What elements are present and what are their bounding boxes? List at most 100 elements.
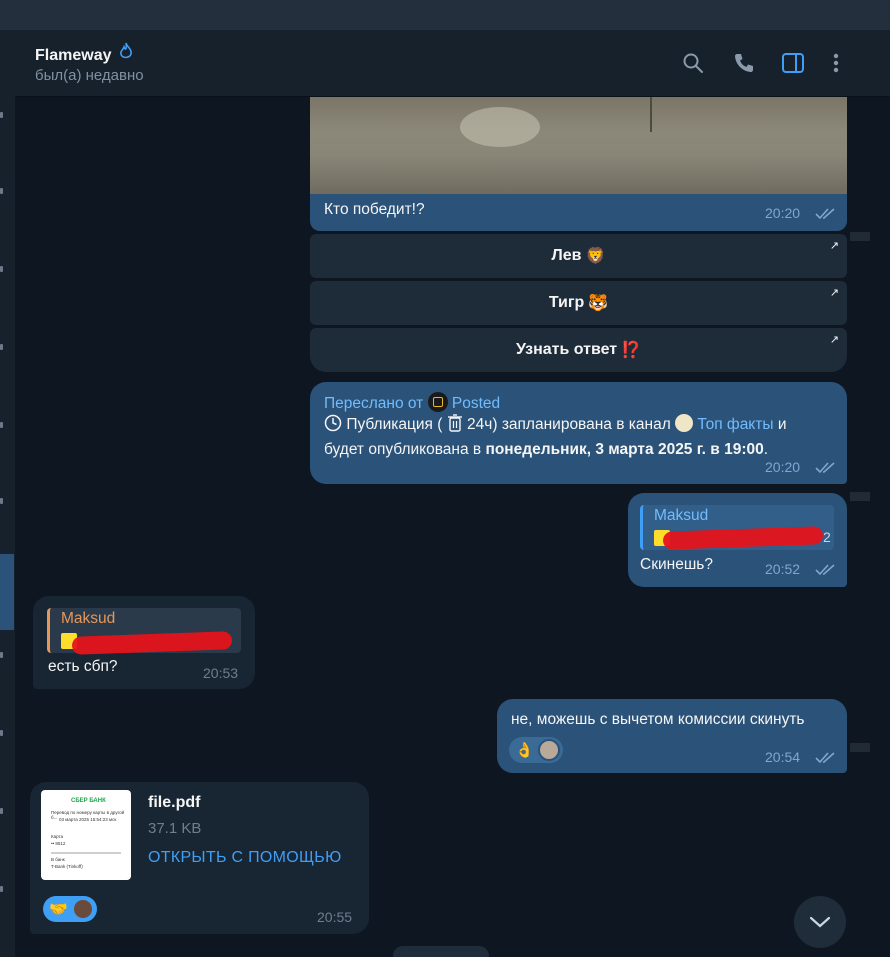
message-time: 20:55: [317, 909, 353, 925]
rail-marker: [0, 498, 3, 504]
inline-button-lion[interactable]: Лев 🦁 ↗: [310, 234, 847, 278]
redaction-scribble: [662, 526, 824, 550]
external-arrow-icon: ↗: [829, 334, 839, 346]
forwarded-text-part: .: [763, 441, 769, 458]
rail-marker: [0, 730, 3, 736]
open-with-button[interactable]: ОТКРЫТЬ С ПОМОЩЬЮ: [148, 849, 342, 867]
reaction-chip[interactable]: 👌: [509, 737, 563, 763]
thumb-line: 03 марта 2025 15:54:23 мск: [59, 817, 117, 822]
reaction-chip[interactable]: 🤝: [43, 896, 97, 922]
quote-author: Maksud: [61, 610, 116, 627]
rail-marker: [0, 344, 3, 350]
clock-icon: [324, 414, 342, 439]
contact-name-text: Flameway: [35, 47, 112, 64]
message-time: 20:54: [765, 749, 801, 765]
external-arrow-icon: ↗: [829, 287, 839, 299]
message-text: не, можешь с вычетом комиссии скинуть: [511, 711, 805, 728]
inline-button-label: Тигр: [548, 294, 585, 311]
reply-message-incoming[interactable]: Maksud есть сбп? 20:53: [33, 596, 255, 689]
avatar: [537, 739, 560, 761]
message-text: Скинешь?: [640, 556, 713, 573]
scroll-marker: [850, 743, 870, 752]
tiger-emoji-icon: 🐯: [588, 295, 609, 312]
forwarded-text-part: и: [777, 416, 787, 433]
external-arrow-icon: ↗: [829, 240, 839, 252]
message-time: 20:20: [765, 459, 801, 475]
avatar: [71, 898, 94, 920]
forwarded-source: Posted: [451, 395, 501, 412]
pdf-thumbnail[interactable]: СБЕР БАНК Перевод по номеру карты в друг…: [41, 790, 131, 880]
thumb-label: Карта: [51, 834, 64, 839]
posted-logo-icon: [427, 392, 448, 412]
thumb-divider: [51, 852, 121, 854]
scroll-marker: [850, 492, 870, 501]
forwarded-header[interactable]: Переслано от Posted: [324, 392, 500, 413]
message-text: есть сбп?: [48, 658, 118, 675]
search-icon[interactable]: [678, 48, 708, 78]
message-list[interactable]: Кто победит!? 20:20 Лев 🦁 ↗ Тигр 🐯 ↗ Узн…: [15, 97, 870, 957]
scroll-marker: [850, 232, 870, 241]
contact-status: был(а) недавно: [35, 67, 144, 84]
next-message-peek: [393, 946, 489, 957]
rail-marker: [0, 808, 3, 814]
redaction-scribble: [71, 631, 233, 655]
ok-hand-emoji-icon: 👌: [515, 742, 534, 759]
sidebar-toggle-icon[interactable]: [778, 48, 808, 78]
media-caption-bubble[interactable]: Кто победит!? 20:20: [310, 194, 847, 231]
rail-marker: [0, 112, 3, 118]
scroll-down-button[interactable]: [794, 896, 846, 948]
reply-message-outgoing[interactable]: Maksud 2 Скинешь? 20:52: [628, 493, 847, 587]
interrobang-emoji-icon: ⁉️: [621, 342, 642, 359]
rail-active-chat[interactable]: [0, 554, 14, 630]
message-time: 20:20: [765, 205, 801, 221]
file-message[interactable]: СБЕР БАНК Перевод по номеру карты в друг…: [30, 782, 369, 934]
chat-list-rail[interactable]: [0, 30, 15, 957]
forwarded-text-part: Публикация (: [346, 416, 443, 433]
channel-link[interactable]: Топ факты: [697, 416, 773, 433]
flame-icon: [118, 42, 134, 64]
forwarded-text-part: 24ч) запланирована в канал: [467, 416, 671, 433]
reply-quote[interactable]: Maksud 2: [640, 505, 834, 550]
inline-button-answer[interactable]: Узнать ответ ⁉️ ↗: [310, 328, 847, 372]
rail-marker: [0, 422, 3, 428]
channel-avatar-icon: [675, 414, 694, 432]
rail-marker: [0, 886, 3, 892]
quote-author: Maksud: [654, 507, 709, 524]
forwarded-text-part: будет опубликована в: [324, 441, 482, 458]
forwarded-prefix: Переслано от: [324, 395, 424, 412]
rail-marker: [0, 188, 3, 194]
bank-logo-text: СБЕР БАНК: [71, 798, 106, 804]
quote-tail: 2: [823, 529, 831, 545]
trash-icon: [447, 414, 463, 439]
thumb-value: T-Bank (Tinkoff): [51, 864, 83, 869]
chevron-down-icon: [809, 916, 831, 928]
double-check-icon: [815, 462, 835, 474]
commission-message[interactable]: не, можешь с вычетом комиссии скинуть 👌 …: [497, 699, 847, 773]
inline-button-label: Лев: [551, 247, 582, 264]
contact-name[interactable]: Flameway: [35, 42, 134, 65]
more-vertical-icon[interactable]: [821, 48, 851, 78]
window-top-strip: [0, 0, 890, 30]
chat-header[interactable]: Flameway был(а) недавно: [15, 30, 890, 97]
file-size: 37.1 KB: [148, 820, 202, 837]
media-image[interactable]: [310, 97, 847, 194]
lion-emoji-icon: 🦁: [585, 248, 606, 265]
rail-marker: [0, 652, 3, 658]
file-name[interactable]: file.pdf: [148, 794, 200, 812]
handshake-emoji-icon: 🤝: [49, 901, 68, 918]
phone-icon[interactable]: [729, 48, 759, 78]
inline-button-tiger[interactable]: Тигр 🐯 ↗: [310, 281, 847, 325]
inline-button-label: Узнать ответ: [515, 341, 618, 358]
message-time: 20:53: [203, 665, 239, 681]
rail-marker: [0, 266, 3, 272]
forwarded-message-bubble[interactable]: Переслано от Posted Публикация ( 24ч) за…: [310, 382, 847, 484]
media-caption-text: Кто победит!?: [324, 201, 425, 218]
double-check-icon: [815, 208, 835, 220]
media-bush: [650, 97, 690, 132]
scheduled-date: понедельник, 3 марта 2025 г. в 19:00: [485, 441, 764, 458]
thumb-label: В банк: [51, 857, 65, 862]
reply-quote[interactable]: Maksud: [47, 608, 241, 655]
double-check-icon: [815, 564, 835, 576]
thumb-value: •• 8512: [51, 841, 66, 846]
message-time: 20:52: [765, 561, 801, 577]
